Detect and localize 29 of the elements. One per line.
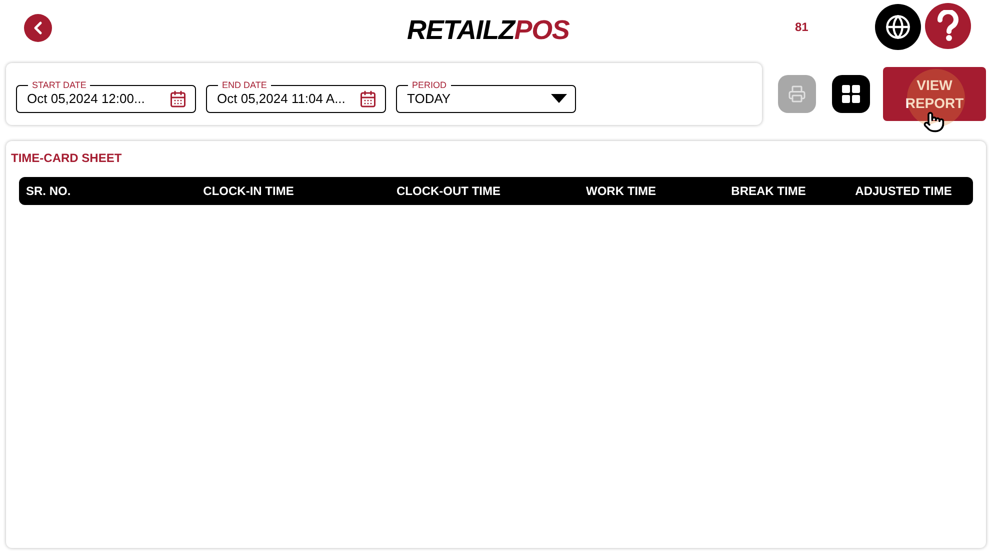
column-header: BREAK TIME — [730, 183, 807, 200]
report-title: TIME-CARD SHEET — [11, 151, 122, 165]
field-label: START DATE — [28, 79, 90, 91]
column-header: CLOCK-OUT TIME — [396, 183, 502, 200]
grid-view-button[interactable] — [832, 75, 870, 113]
support-globe-button[interactable] — [875, 4, 921, 50]
field-label: END DATE — [218, 79, 271, 91]
view-report-button[interactable]: VIEW REPORT — [883, 67, 986, 121]
calendar-icon[interactable] — [169, 90, 187, 108]
help-button[interactable] — [925, 3, 971, 49]
print-icon — [788, 85, 806, 103]
field-value: Oct 05,2024 12:00... — [27, 90, 146, 108]
logo-text: RETAILZ — [407, 14, 514, 47]
grid-icon — [841, 84, 862, 104]
globe-icon — [885, 14, 911, 40]
calendar-icon[interactable] — [359, 90, 377, 108]
column-header: ADJUSTED TIME — [854, 183, 953, 200]
hand-cursor-icon — [923, 111, 945, 133]
column-header: SR. NO. — [26, 183, 72, 200]
logo-accent-text: POS — [514, 14, 570, 47]
field-value: TODAY — [407, 90, 452, 108]
column-header: WORK TIME — [585, 183, 657, 200]
column-header: CLOCK-IN TIME — [202, 183, 295, 200]
question-mark-icon — [937, 10, 959, 42]
field-value: Oct 05,2024 11:04 A... — [217, 90, 346, 108]
field-label: PERIOD — [408, 79, 451, 91]
back-button[interactable] — [24, 14, 52, 42]
dropdown-caret-icon[interactable] — [551, 94, 567, 104]
counter-text: 81 — [795, 19, 808, 36]
